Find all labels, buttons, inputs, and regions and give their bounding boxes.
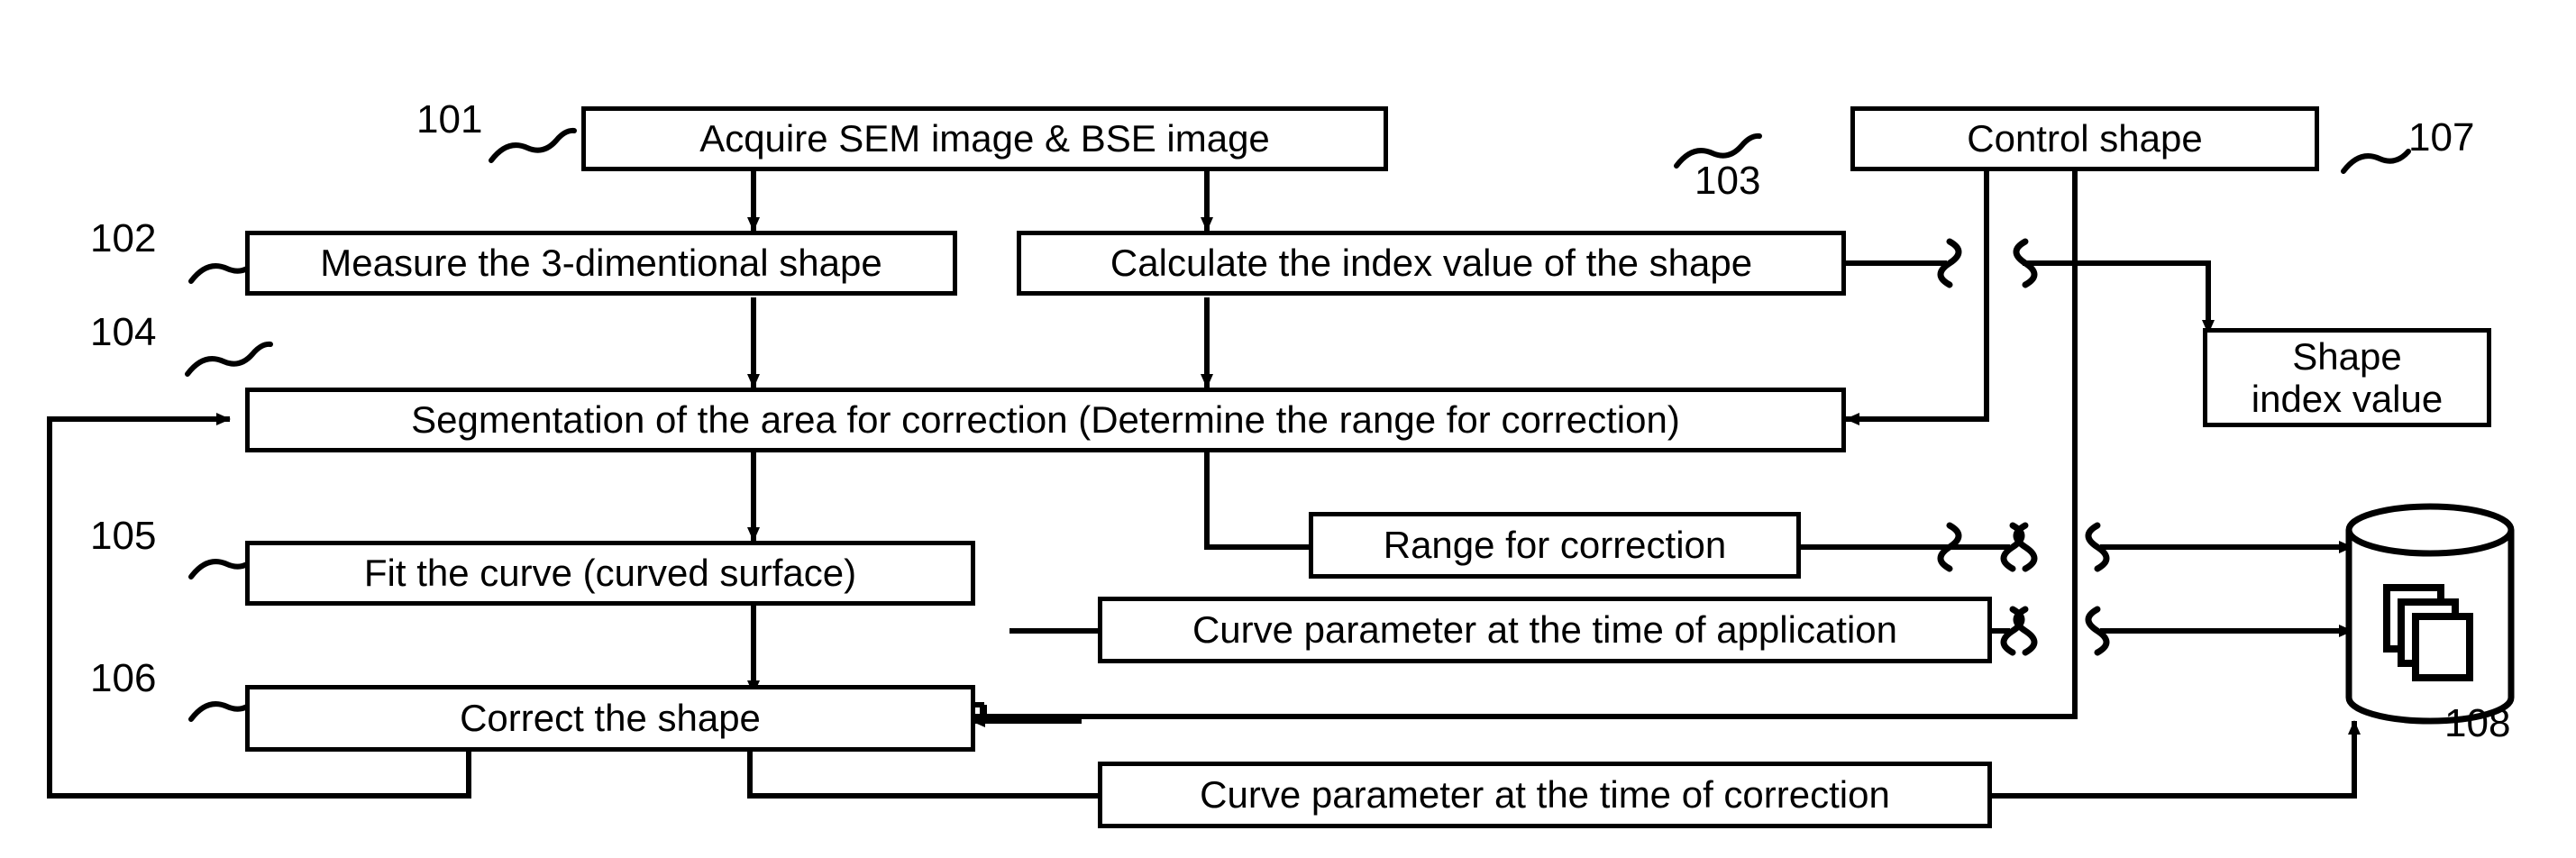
- box-curve-parameter-correction-label: Curve parameter at the time of correctio…: [1200, 773, 1890, 817]
- box-range-for-correction-label: Range for correction: [1383, 524, 1727, 567]
- box-segmentation-area-correction[interactable]: Segmentation of the area for correction …: [245, 388, 1846, 452]
- ref-107: 107: [2408, 115, 2475, 160]
- box-shape-index-value-label-line2: index value: [2251, 378, 2444, 420]
- ref-106: 106: [90, 656, 157, 700]
- box-segmentation-area-correction-label: Segmentation of the area for correction …: [411, 398, 1680, 442]
- stacked-documents-icon: [2383, 584, 2473, 681]
- box-measure-3d-shape[interactable]: Measure the 3-dimentional shape: [245, 231, 957, 296]
- leader-107: [2341, 149, 2411, 174]
- box-acquire-sem-bse[interactable]: Acquire SEM image & BSE image: [581, 106, 1388, 171]
- box-control-shape-label: Control shape: [1967, 117, 2203, 160]
- box-range-for-correction[interactable]: Range for correction: [1309, 512, 1801, 579]
- box-correct-the-shape[interactable]: Correct the shape: [245, 685, 975, 752]
- ref-101: 101: [416, 97, 483, 141]
- box-calculate-index-value[interactable]: Calculate the index value of the shape: [1017, 231, 1846, 296]
- figure-canvas: Acquire SEM image & BSE image Measure th…: [0, 0, 2576, 858]
- box-curve-parameter-application[interactable]: Curve parameter at the time of applicati…: [1098, 597, 1992, 663]
- ref-102: 102: [90, 216, 157, 260]
- box-calculate-index-value-label: Calculate the index value of the shape: [1110, 242, 1753, 285]
- leader-104: [185, 341, 273, 377]
- box-curve-parameter-application-label: Curve parameter at the time of applicati…: [1192, 608, 1898, 652]
- box-curve-parameter-correction[interactable]: Curve parameter at the time of correctio…: [1098, 762, 1992, 828]
- leader-101: [489, 127, 577, 163]
- box-measure-3d-shape-label: Measure the 3-dimentional shape: [320, 242, 882, 285]
- box-acquire-sem-bse-label: Acquire SEM image & BSE image: [699, 117, 1270, 160]
- box-control-shape[interactable]: Control shape: [1850, 106, 2319, 171]
- ref-104: 104: [90, 310, 157, 354]
- ref-108: 108: [2444, 701, 2511, 745]
- ref-105: 105: [90, 514, 157, 558]
- ref-103: 103: [1694, 159, 1761, 203]
- box-correct-the-shape-label: Correct the shape: [460, 697, 761, 740]
- box-fit-the-curve[interactable]: Fit the curve (curved surface): [245, 541, 975, 606]
- box-fit-the-curve-label: Fit the curve (curved surface): [363, 552, 857, 595]
- box-shape-index-value-label-line1: Shape: [2292, 334, 2402, 378]
- box-shape-index-value[interactable]: Shape index value: [2203, 328, 2491, 427]
- database-cylinder[interactable]: [2340, 501, 2520, 728]
